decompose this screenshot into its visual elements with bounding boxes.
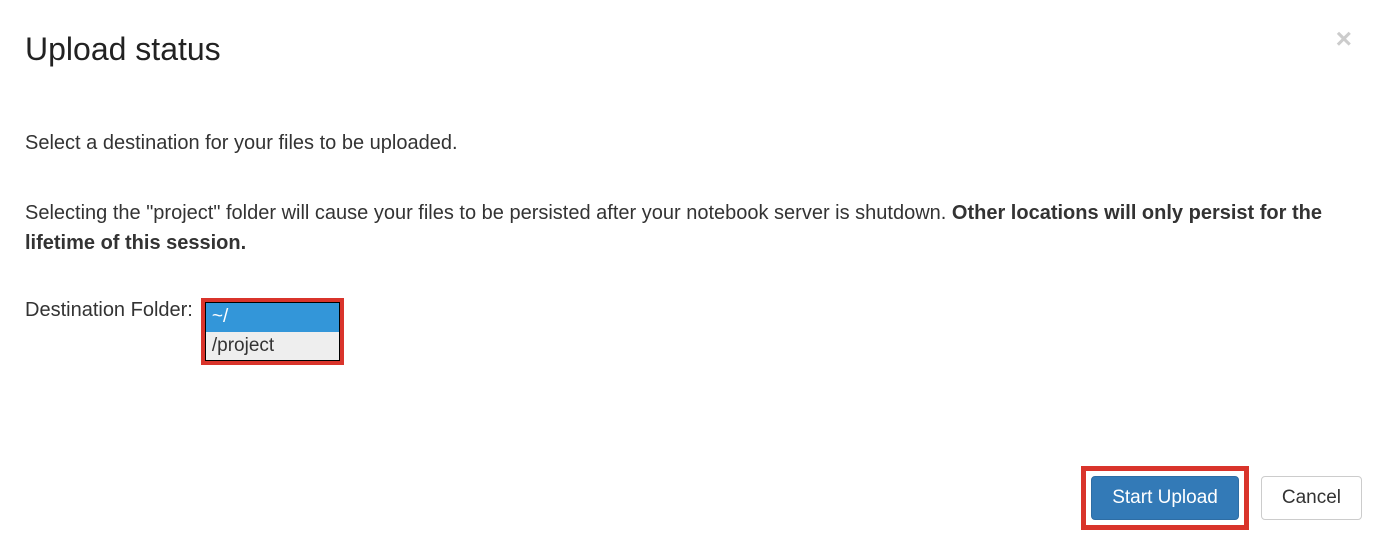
destination-select-highlight: ~/ /project	[201, 298, 344, 365]
instruction-text-2: Selecting the "project" folder will caus…	[25, 198, 1362, 258]
start-upload-button[interactable]: Start Upload	[1091, 476, 1239, 520]
modal-body: Select a destination for your files to b…	[25, 128, 1362, 365]
instruction-text-1: Select a destination for your files to b…	[25, 128, 1362, 158]
close-icon[interactable]: ×	[1336, 25, 1362, 53]
folder-option-home[interactable]: ~/	[206, 303, 339, 332]
modal-footer: Start Upload Cancel	[1081, 466, 1362, 530]
modal-title: Upload status	[25, 25, 221, 73]
destination-row: Destination Folder: ~/ /project	[25, 298, 1362, 365]
destination-folder-label: Destination Folder:	[25, 298, 193, 322]
instruction-text-2a: Selecting the "project" folder will caus…	[25, 202, 952, 224]
destination-folder-select[interactable]: ~/ /project	[205, 302, 340, 361]
start-upload-highlight: Start Upload	[1081, 466, 1249, 530]
cancel-button[interactable]: Cancel	[1261, 476, 1362, 520]
folder-option-project[interactable]: /project	[206, 332, 339, 361]
